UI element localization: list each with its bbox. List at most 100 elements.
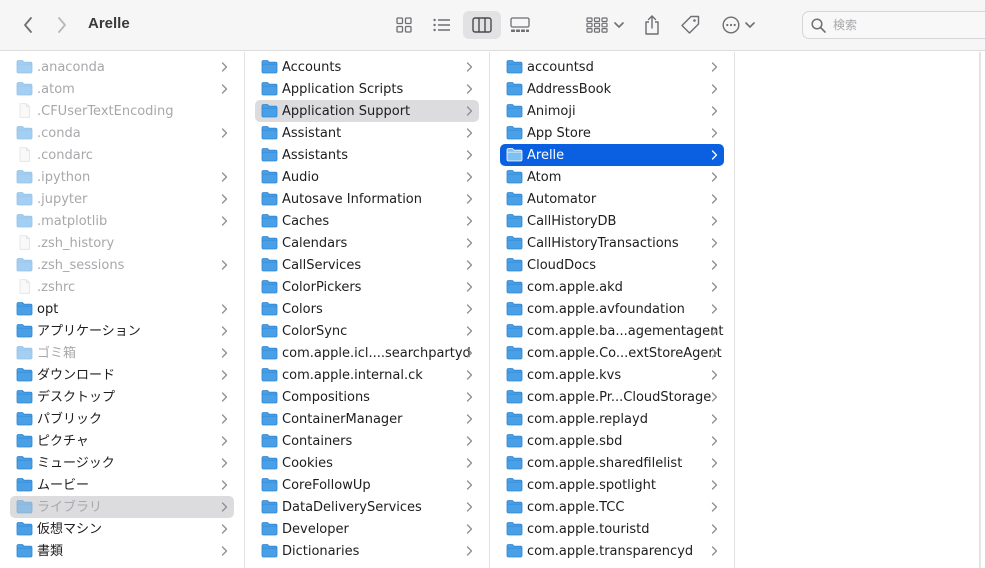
folder-item[interactable]: Arelle <box>500 144 724 166</box>
more-actions-button[interactable] <box>718 12 758 38</box>
folder-item[interactable]: com.apple.spotlight <box>500 474 724 496</box>
folder-item[interactable]: .matplotlib <box>10 210 234 232</box>
gallery-view-button[interactable] <box>506 12 534 38</box>
folder-item[interactable]: Containers <box>255 430 479 452</box>
folder-item[interactable]: com.apple.replayd <box>500 408 724 430</box>
file-item[interactable]: .CFUserTextEncoding <box>10 100 234 122</box>
folder-item[interactable]: com.apple.akd <box>500 276 724 298</box>
folder-item[interactable]: Atom <box>500 166 724 188</box>
folder-item[interactable]: デスクトップ <box>10 386 234 408</box>
folder-item[interactable]: Developer <box>255 518 479 540</box>
folder-item[interactable]: com.apple.sbd <box>500 430 724 452</box>
folder-item[interactable]: Cookies <box>255 452 479 474</box>
file-item[interactable]: .condarc <box>10 144 234 166</box>
folder-item[interactable]: Application Support <box>255 100 479 122</box>
folder-item[interactable]: パブリック <box>10 408 234 430</box>
folder-item[interactable]: ミュージック <box>10 452 234 474</box>
forward-button[interactable] <box>50 12 74 38</box>
file-item[interactable]: .zsh_history <box>10 232 234 254</box>
folder-item[interactable]: com.apple.TCC <box>500 496 724 518</box>
folder-item[interactable]: 仮想マシン <box>10 518 234 540</box>
folder-item[interactable]: .anaconda <box>10 56 234 78</box>
folder-item[interactable]: Dictionaries <box>255 540 479 562</box>
folder-item[interactable]: CloudDocs <box>500 254 724 276</box>
folder-icon <box>16 323 33 338</box>
folder-item[interactable]: アプリケーション <box>10 320 234 342</box>
folder-item[interactable]: .jupyter <box>10 188 234 210</box>
folder-item[interactable]: Calendars <box>255 232 479 254</box>
folder-item[interactable]: ColorSync <box>255 320 479 342</box>
folder-item[interactable]: Colors <box>255 298 479 320</box>
folder-item[interactable]: Accounts <box>255 56 479 78</box>
folder-icon <box>261 411 278 426</box>
folder-item[interactable]: Animoji <box>500 100 724 122</box>
folder-item[interactable]: ピクチャ <box>10 430 234 452</box>
folder-item[interactable]: com.apple.ba...agementagent <box>500 320 724 342</box>
search-input[interactable] <box>833 16 983 34</box>
tag-button[interactable] <box>677 11 703 39</box>
folder-item[interactable]: .conda <box>10 122 234 144</box>
folder-item[interactable]: Autosave Information <box>255 188 479 210</box>
folder-item[interactable]: com.apple.avfoundation <box>500 298 724 320</box>
folder-icon <box>16 477 33 492</box>
folder-item[interactable]: com.apple.touristd <box>500 518 724 540</box>
folder-item[interactable]: CoreFollowUp <box>255 474 479 496</box>
folder-item[interactable]: com.apple.kvs <box>500 364 724 386</box>
folder-item[interactable]: Assistant <box>255 122 479 144</box>
folder-item[interactable]: Assistants <box>255 144 479 166</box>
folder-item[interactable]: Automator <box>500 188 724 210</box>
disclosure-chevron-icon <box>466 369 473 381</box>
folder-item[interactable]: DataDeliveryServices <box>255 496 479 518</box>
search-field[interactable] <box>802 11 985 39</box>
disclosure-chevron-icon <box>466 193 473 205</box>
list-view-button[interactable] <box>430 12 454 38</box>
browser-column-3[interactable]: accountsd AddressBook Animoji App Store Arel… <box>490 52 735 568</box>
browser-column-1[interactable]: .anaconda .atom .CFUserTextEncoding .conda.… <box>0 52 245 568</box>
folder-icon <box>506 499 523 514</box>
folder-item[interactable]: CallHistoryDB <box>500 210 724 232</box>
folder-item[interactable]: opt <box>10 298 234 320</box>
folder-item[interactable]: com.apple.internal.ck <box>255 364 479 386</box>
folder-item[interactable]: com.apple.Pr...CloudStorage <box>500 386 724 408</box>
file-item[interactable]: .zshrc <box>10 276 234 298</box>
column-view-button[interactable] <box>463 11 501 39</box>
folder-item[interactable]: ColorPickers <box>255 276 479 298</box>
folder-item[interactable]: 書類 <box>10 540 234 562</box>
folder-item[interactable]: CallServices <box>255 254 479 276</box>
folder-item[interactable]: Application Scripts <box>255 78 479 100</box>
folder-item[interactable]: com.apple.sharedfilelist <box>500 452 724 474</box>
folder-item[interactable]: App Store <box>500 122 724 144</box>
folder-item[interactable]: AddressBook <box>500 78 724 100</box>
folder-item[interactable]: ContainerManager <box>255 408 479 430</box>
folder-item[interactable]: .ipython <box>10 166 234 188</box>
share-button[interactable] <box>640 11 664 39</box>
folder-item[interactable]: com.apple.Co...extStoreAgent <box>500 342 724 364</box>
folder-item[interactable]: Caches <box>255 210 479 232</box>
folder-item[interactable]: com.apple.transparencyd <box>500 540 724 562</box>
folder-item[interactable]: Compositions <box>255 386 479 408</box>
document-icon <box>16 147 33 162</box>
folder-item[interactable]: ライブラリ <box>10 496 234 518</box>
disclosure-chevron-icon <box>221 545 228 557</box>
folder-item[interactable]: accountsd <box>500 56 724 78</box>
folder-item[interactable]: ムービー <box>10 474 234 496</box>
browser-column-4[interactable] <box>735 52 980 568</box>
folder-item[interactable]: ダウンロード <box>10 364 234 386</box>
browser-column-2[interactable]: Accounts Application Scripts Application S… <box>245 52 490 568</box>
icon-view-button[interactable] <box>392 12 416 38</box>
item-label: com.apple.kvs <box>527 368 622 383</box>
disclosure-chevron-icon <box>221 215 228 227</box>
folder-item[interactable]: ゴミ箱 <box>10 342 234 364</box>
column-resize-edge[interactable] <box>980 52 985 568</box>
item-label: 仮想マシン <box>37 522 103 537</box>
folder-item[interactable]: CallHistoryTransactions <box>500 232 724 254</box>
folder-item[interactable]: .zsh_sessions <box>10 254 234 276</box>
folder-item[interactable]: Audio <box>255 166 479 188</box>
item-label: Application Scripts <box>282 82 404 97</box>
document-icon <box>16 279 33 294</box>
folder-item[interactable]: .atom <box>10 78 234 100</box>
back-button[interactable] <box>16 12 40 38</box>
document-icon <box>16 103 33 118</box>
folder-item[interactable]: com.apple.icl....searchpartyd <box>255 342 479 364</box>
group-button[interactable] <box>584 12 626 38</box>
